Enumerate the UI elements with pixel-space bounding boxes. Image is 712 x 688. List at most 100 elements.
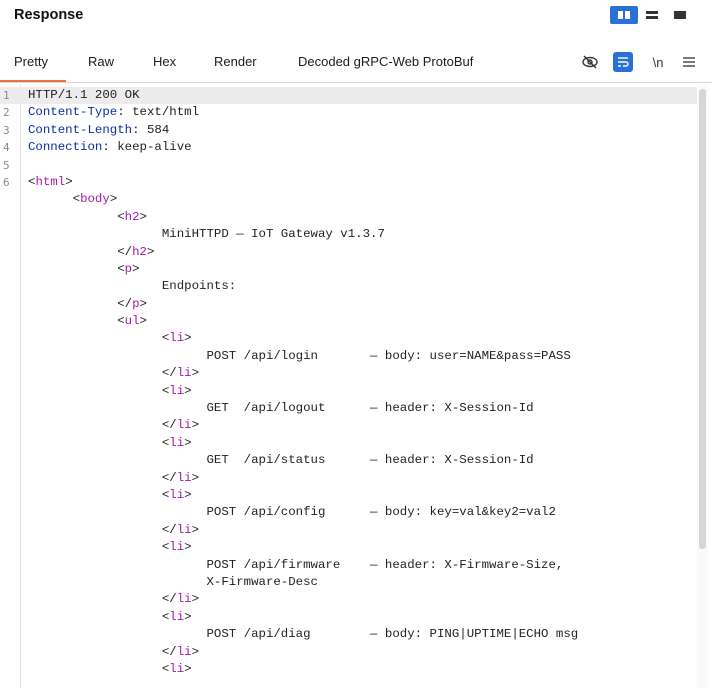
code-text: <li>: [28, 539, 192, 556]
code-segment: GET /api/logout — header: X-Session-Id: [28, 401, 534, 416]
code-segment: : 584: [132, 122, 170, 137]
header-key: Content-Type: [28, 105, 118, 120]
line-number: 1: [3, 89, 10, 102]
code-text: MiniHTTPD — IoT Gateway v1.3.7: [28, 226, 385, 243]
html-tag-name: li: [176, 522, 192, 537]
tab-pretty[interactable]: Pretty: [0, 54, 66, 82]
single-view-icon[interactable]: [666, 6, 694, 24]
tab-decoded-grpc[interactable]: Decoded gRPC-Web ProtoBuf: [298, 54, 473, 69]
code-text: </li>: [28, 522, 199, 539]
code-segment: >: [184, 331, 192, 346]
code-segment: <: [28, 383, 170, 398]
hide-nonprintable-icon[interactable]: [580, 52, 600, 72]
tab-hex[interactable]: Hex: [153, 54, 176, 69]
code-segment: </: [28, 244, 133, 259]
code-text: X-Firmware-Desc: [28, 574, 318, 591]
html-tag-name: p: [124, 261, 133, 276]
code-text: <body>: [28, 191, 118, 208]
line-number: 2: [3, 106, 10, 120]
vertical-scrollbar-thumb[interactable]: [699, 89, 706, 549]
code-text: </li>: [28, 417, 199, 434]
html-tag-name: li: [169, 435, 185, 450]
code-line: </li>: [0, 417, 700, 434]
tab-raw[interactable]: Raw: [88, 54, 114, 69]
tab-render[interactable]: Render: [214, 54, 257, 69]
code-segment: GET /api/status — header: X-Session-Id: [28, 453, 534, 468]
response-header: Response: [0, 0, 712, 34]
code-line: <li>: [0, 487, 700, 504]
code-segment: >: [184, 609, 192, 624]
code-line: POST /api/config — body: key=val&key2=va…: [0, 504, 700, 521]
code-line: 6 <html>: [0, 174, 700, 191]
html-tag-name: li: [176, 470, 192, 485]
html-tag-name: h2: [124, 209, 140, 224]
code-line: </p>: [0, 296, 700, 313]
code-text: </p>: [28, 296, 147, 313]
code-segment: POST /api/login — body: user=NAME&pass=P…: [28, 348, 571, 363]
code-segment: >: [139, 314, 147, 329]
code-line: MiniHTTPD — IoT Gateway v1.3.7: [0, 226, 700, 243]
code-line: </li>: [0, 365, 700, 382]
html-tag-name: ul: [124, 314, 140, 329]
response-editor[interactable]: 1 HTTP/1.1 200 OK 2 Content-Type: text/html…: [0, 84, 712, 688]
html-tag-name: li: [169, 331, 185, 346]
code-segment: </: [28, 470, 177, 485]
code-line: </li>: [0, 591, 700, 608]
code-text: Endpoints:: [28, 278, 236, 295]
code-line: <body>: [0, 191, 700, 208]
code-text: <li>: [28, 383, 192, 400]
code-segment: >: [146, 244, 155, 259]
code-segment: : text/html: [117, 105, 200, 120]
html-tag-name: body: [80, 192, 110, 207]
wrap-lines-icon[interactable]: [613, 52, 633, 72]
code-segment: >: [184, 540, 192, 555]
newline-toggle[interactable]: \n: [648, 52, 668, 72]
code-line: 2 Content-Type: text/html: [0, 104, 700, 121]
split-view-icon[interactable]: [610, 6, 638, 24]
code-segment: >: [65, 174, 73, 189]
code-line: <h2>: [0, 209, 700, 226]
code-segment: <: [28, 261, 125, 276]
code-text: <html>: [28, 174, 73, 191]
code-segment: <: [28, 487, 170, 502]
code-text: <h2>: [28, 209, 147, 226]
code-line: GET /api/status — header: X-Session-Id: [0, 452, 700, 469]
code-line: <li>: [0, 609, 700, 626]
html-tag-name: li: [169, 540, 185, 555]
code-segment: <: [28, 435, 170, 450]
code-segment: POST /api/diag — body: PING|UPTIME|ECHO …: [28, 627, 579, 642]
code-text: Content-Length: 584: [28, 122, 169, 139]
line-number: 4: [3, 141, 10, 155]
code-line: <li>: [0, 330, 700, 347]
code-line: X-Firmware-Desc: [0, 574, 700, 591]
code-segment: POST /api/config — body: key=val&key2=va…: [28, 505, 556, 520]
code-line: POST /api/firmware — header: X-Firmware-…: [0, 557, 700, 574]
code-segment: </: [28, 296, 133, 311]
code-segment: >: [109, 192, 118, 207]
code-text: </li>: [28, 591, 199, 608]
code-text: <p>: [28, 261, 139, 278]
layout-toggle-group: [610, 6, 694, 24]
menu-icon[interactable]: [679, 52, 699, 72]
code-segment: >: [191, 644, 200, 659]
code-segment: POST /api/firmware — header: X-Firmware-…: [28, 557, 564, 572]
code-line: 5: [0, 157, 700, 174]
html-tag-name: p: [132, 296, 140, 311]
line-number: 3: [3, 123, 10, 137]
code-line: 4 Connection: keep-alive: [0, 139, 700, 156]
code-text: Content-Type: text/html: [28, 104, 199, 121]
html-tag-name: li: [176, 644, 192, 659]
html-tag-name: li: [169, 383, 185, 398]
horizontal-view-icon[interactable]: [638, 6, 666, 24]
code-text: POST /api/login — body: user=NAME&pass=P…: [28, 348, 571, 365]
code-segment: HTTP/1.1 200 OK: [28, 88, 140, 102]
code-text: GET /api/status — header: X-Session-Id: [28, 452, 534, 469]
code-line: POST /api/login — body: user=NAME&pass=P…: [0, 348, 700, 365]
code-segment: >: [139, 209, 147, 224]
html-tag-name: li: [176, 366, 192, 381]
code-segment: <: [28, 314, 125, 329]
code-line: <li>: [0, 661, 700, 678]
code-segment: <: [28, 209, 125, 224]
code-text: <li>: [28, 487, 192, 504]
code-segment: >: [184, 661, 192, 676]
